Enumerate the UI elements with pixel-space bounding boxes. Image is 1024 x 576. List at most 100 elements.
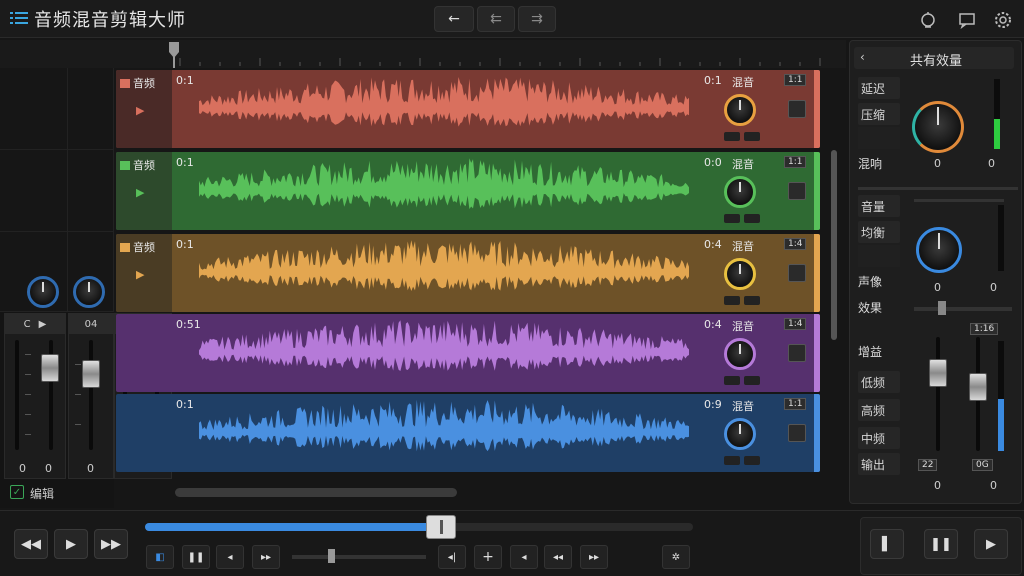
param-label[interactable]: 音量 bbox=[858, 195, 900, 217]
pan-knob[interactable] bbox=[73, 276, 105, 308]
play-icon[interactable]: ▶ bbox=[39, 319, 47, 330]
audio-track[interactable]: 音频 ▶ 0:1 0:1 混音 1:1 bbox=[116, 70, 820, 148]
track-gain-knob[interactable] bbox=[724, 176, 756, 208]
undo-button[interactable]: ⇇ bbox=[477, 6, 515, 32]
marker-left-icon[interactable]: ◂| bbox=[438, 545, 466, 569]
timeline-ruler[interactable] bbox=[0, 40, 846, 68]
track-end-time: 0:1 bbox=[704, 74, 722, 87]
mute-toggle[interactable] bbox=[724, 456, 740, 465]
solo-toggle[interactable] bbox=[744, 376, 760, 385]
nudge-left-icon[interactable]: ◂ bbox=[510, 545, 538, 569]
edit-checkbox[interactable]: ✓ bbox=[10, 485, 24, 499]
track-header: 音频 ▶ bbox=[116, 234, 172, 312]
track-gain-knob[interactable] bbox=[724, 418, 756, 450]
param-label[interactable]: 输出 bbox=[858, 453, 900, 475]
horizontal-scrollbar[interactable] bbox=[175, 488, 457, 497]
skip-icon[interactable]: ▸▸ bbox=[252, 545, 280, 569]
param-label[interactable]: 延迟 bbox=[858, 77, 900, 99]
add-icon[interactable]: + bbox=[474, 545, 502, 569]
prev-icon[interactable]: ◂ bbox=[216, 545, 244, 569]
chevron-left-icon[interactable]: ‹ bbox=[860, 50, 865, 64]
fader-track bbox=[15, 340, 19, 450]
chat-icon[interactable] bbox=[957, 10, 977, 30]
audio-track[interactable]: 音频 ▶ 0:1 0:4 混音 1:4 bbox=[116, 234, 820, 312]
playhead-icon[interactable] bbox=[168, 42, 180, 71]
redo-button[interactable]: ⇉ bbox=[518, 6, 556, 32]
track-gain-knob[interactable] bbox=[724, 258, 756, 290]
level-meter bbox=[998, 205, 1004, 271]
audio-track[interactable]: 0:51 0:4 混音 1:4 bbox=[116, 314, 820, 392]
delay-knob[interactable] bbox=[912, 101, 964, 153]
param-label[interactable]: 高频 bbox=[858, 399, 900, 421]
pause-button[interactable]: ❚❚ bbox=[924, 529, 958, 559]
slider-track[interactable] bbox=[914, 199, 1004, 202]
audio-track[interactable]: 音频 ▶ 0:1 0:0 混音 1:1 bbox=[116, 152, 820, 230]
param-label: 混响 bbox=[858, 157, 883, 171]
track-fx-button[interactable] bbox=[788, 182, 806, 200]
track-mode: 混音 bbox=[732, 158, 754, 171]
panel-header: ‹ 共有效量 bbox=[854, 47, 1014, 69]
tuner-icon[interactable] bbox=[918, 10, 938, 30]
progress-thumb[interactable] bbox=[426, 515, 456, 539]
track-color-swatch bbox=[120, 242, 130, 252]
eq-knob[interactable] bbox=[916, 227, 962, 273]
param-label[interactable]: 中频 bbox=[858, 427, 900, 449]
master-fader-left[interactable] bbox=[929, 359, 947, 387]
nudge-back-icon[interactable]: ◂◂ bbox=[544, 545, 572, 569]
track-color-bar bbox=[814, 70, 820, 148]
param-label[interactable]: 均衡 bbox=[858, 221, 900, 243]
solo-toggle[interactable] bbox=[744, 456, 760, 465]
play-button[interactable]: ▶ bbox=[54, 529, 88, 559]
zoom-slider-thumb[interactable] bbox=[328, 549, 335, 563]
volume-fader[interactable] bbox=[41, 354, 59, 382]
pan-slider-thumb[interactable] bbox=[938, 301, 946, 315]
play-icon[interactable]: ▶ bbox=[136, 268, 144, 281]
rewind-button[interactable]: ◀◀ bbox=[14, 529, 48, 559]
menu-icon[interactable] bbox=[10, 11, 28, 25]
back-button[interactable]: ← bbox=[434, 6, 474, 32]
param-label[interactable]: 压缩 bbox=[858, 103, 900, 125]
volume-fader[interactable] bbox=[82, 360, 100, 388]
progress-track[interactable] bbox=[145, 523, 693, 531]
mute-toggle[interactable] bbox=[724, 132, 740, 141]
stop-button[interactable]: ▌ bbox=[870, 529, 904, 559]
mixer-strip: 04 0 bbox=[68, 313, 114, 479]
track-fx-button[interactable] bbox=[788, 344, 806, 362]
pan-knob[interactable] bbox=[27, 276, 59, 308]
effects-panel: ‹ 共有效量 延迟 压缩 混响 0 0 音量 均衡 声像 效果 0 0 1:16… bbox=[849, 40, 1022, 504]
mute-toggle[interactable] bbox=[724, 214, 740, 223]
track-color-bar bbox=[814, 234, 820, 312]
forward-button[interactable]: ▶▶ bbox=[94, 529, 128, 559]
play-right-button[interactable]: ▶ bbox=[974, 529, 1008, 559]
audio-track[interactable]: 0:1 0:9 混音 1:1 bbox=[116, 394, 820, 472]
solo-toggle[interactable] bbox=[744, 214, 760, 223]
knob-value: 0 bbox=[934, 157, 941, 170]
mute-toggle[interactable] bbox=[724, 376, 740, 385]
settings-dial-icon[interactable]: ✲ bbox=[662, 545, 690, 569]
track-gain-knob[interactable] bbox=[724, 338, 756, 370]
track-fx-button[interactable] bbox=[788, 100, 806, 118]
pan-slider-track[interactable] bbox=[914, 307, 1012, 311]
track-fx-button[interactable] bbox=[788, 424, 806, 442]
pause-icon[interactable]: ❚❚ bbox=[182, 545, 210, 569]
ratio-badge: 1:16 bbox=[970, 323, 999, 335]
gear-icon[interactable] bbox=[993, 10, 1013, 30]
vertical-scrollbar[interactable] bbox=[831, 150, 837, 340]
track-gain-knob[interactable] bbox=[724, 94, 756, 126]
param-slot bbox=[858, 245, 900, 267]
track-badge: 1:4 bbox=[784, 238, 807, 250]
loop-icon[interactable]: ◧ bbox=[146, 545, 174, 569]
grid-cell bbox=[68, 68, 114, 150]
nudge-forward-icon[interactable]: ▸▸ bbox=[580, 545, 608, 569]
mute-toggle[interactable] bbox=[724, 296, 740, 305]
master-fader-right[interactable] bbox=[969, 373, 987, 401]
param-label[interactable]: 低频 bbox=[858, 371, 900, 393]
solo-toggle[interactable] bbox=[744, 296, 760, 305]
strip-label: 04 bbox=[69, 314, 113, 334]
play-icon[interactable]: ▶ bbox=[136, 104, 144, 117]
play-icon[interactable]: ▶ bbox=[136, 186, 144, 199]
track-fx-button[interactable] bbox=[788, 264, 806, 282]
solo-toggle[interactable] bbox=[744, 132, 760, 141]
zoom-slider-track[interactable] bbox=[292, 555, 426, 559]
param-label: 增益 bbox=[858, 345, 883, 359]
